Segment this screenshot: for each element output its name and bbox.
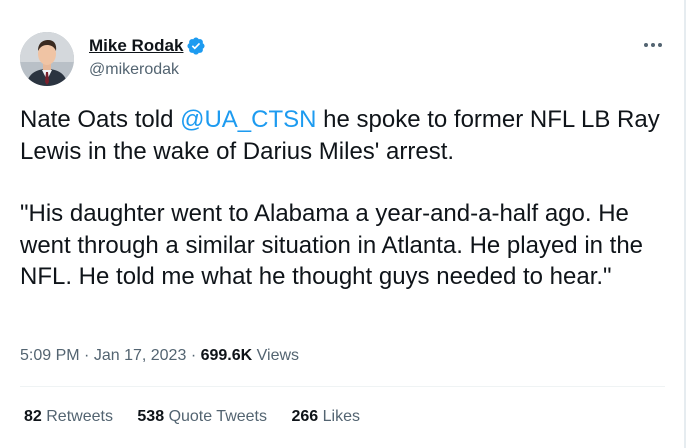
meta-separator: · <box>190 347 197 364</box>
tweet-time[interactable]: 5:09 PM <box>20 347 80 364</box>
meta-separator: · <box>84 347 90 364</box>
quote-tweets-label: Quote Tweets <box>168 408 267 425</box>
tweet-text-before-mention: Nate Oats told <box>20 106 181 133</box>
tweet-text: Nate Oats told @UA_CTSN he spoke to form… <box>20 104 660 293</box>
author-handle[interactable]: @mikerodak <box>89 61 179 79</box>
views-label: Views <box>256 347 300 364</box>
tweet-date[interactable]: Jan 17, 2023 <box>94 347 187 364</box>
tweet-stats: 82 Retweets 538 Quote Tweets 266 Likes <box>24 408 380 426</box>
retweets-stat[interactable]: 82 Retweets <box>24 408 113 426</box>
author-display-name[interactable]: Mike Rodak <box>89 36 183 56</box>
avatar-image <box>20 32 74 86</box>
retweets-count: 82 <box>24 408 42 425</box>
mention-link[interactable]: @UA_CTSN <box>180 106 316 133</box>
tweet-card: Mike Rodak @mikerodak Nate Oats told @UA… <box>0 0 686 448</box>
likes-count: 266 <box>291 408 319 425</box>
likes-stat[interactable]: 266 Likes <box>291 408 360 426</box>
verified-badge-icon <box>187 37 205 55</box>
views-count: 699.6K <box>200 347 253 364</box>
quote-tweets-count: 538 <box>137 408 165 425</box>
likes-label: Likes <box>322 408 360 425</box>
stats-divider <box>20 386 665 387</box>
retweets-label: Retweets <box>46 408 113 425</box>
tweet-meta: 5:09 PM · Jan 17, 2023 · 699.6K Views <box>20 347 299 365</box>
avatar[interactable] <box>20 32 74 86</box>
tweet-paragraph-1: Nate Oats told @UA_CTSN he spoke to form… <box>20 104 660 167</box>
tweet-paragraph-2: "His daughter went to Alabama a year-and… <box>20 200 644 290</box>
quote-tweets-stat[interactable]: 538 Quote Tweets <box>137 408 267 426</box>
more-horizontal-icon[interactable] <box>640 34 666 56</box>
